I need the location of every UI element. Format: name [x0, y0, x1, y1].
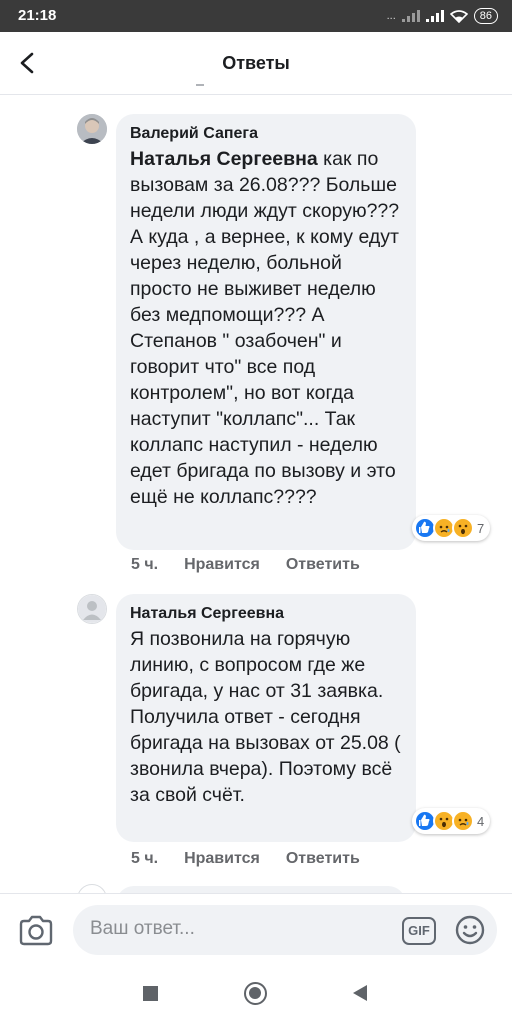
comment-body: как по вызовам за 26.08??? Больше недели… [130, 148, 400, 508]
wifi-icon [449, 9, 468, 23]
status-icons: ... 86 [387, 8, 498, 24]
comment-body: Я позвонила на горячую линию, с вопросом… [130, 628, 401, 806]
default-avatar-icon [78, 595, 106, 623]
status-time: 21:18 [18, 7, 57, 24]
battery-icon: 86 [473, 8, 498, 24]
smiley-icon [455, 915, 485, 945]
camera-button[interactable] [17, 914, 55, 948]
notification-dots-icon: ... [386, 10, 396, 22]
avatar[interactable] [77, 594, 107, 624]
avatar[interactable] [77, 114, 107, 144]
home-button[interactable] [244, 982, 267, 1005]
signal-icon [401, 10, 420, 22]
system-nav-bar [0, 964, 512, 1024]
reply-composer: Ваш ответ... GIF [0, 893, 512, 964]
status-bar: 21:18 ... 86 [0, 0, 512, 32]
mention-link[interactable]: Наталья Сергеевна [130, 148, 318, 170]
gif-button[interactable]: GIF [402, 917, 436, 945]
emoji-button[interactable] [454, 914, 486, 946]
reaction-count: 7 [477, 520, 485, 536]
comment-actions: 5 ч. Нравится Ответить [131, 556, 360, 574]
comment-text: Наталья Сергеевна как по вызовам за 26.0… [130, 146, 402, 510]
header: Ответы [0, 32, 512, 95]
sad-reaction-icon [452, 810, 474, 832]
signal-icon-2 [425, 10, 444, 22]
comment-author[interactable]: Наталья Сергеевна [130, 604, 402, 624]
page-title: Ответы [222, 53, 290, 73]
comment-author[interactable]: Валерий Сапега [130, 124, 402, 144]
like-button[interactable]: Нравится [184, 850, 260, 868]
comment-time[interactable]: 5 ч. [131, 850, 158, 868]
comment-actions: 5 ч. Нравится Ответить [131, 850, 360, 868]
like-button[interactable]: Нравится [184, 556, 260, 574]
user-photo-icon [77, 114, 107, 144]
comment-bubble[interactable]: Наталья Сергеевна Я позвонила на горячую… [116, 594, 416, 842]
reply-button[interactable]: Ответить [286, 850, 360, 868]
reactions-summary[interactable]: 7 [412, 515, 491, 541]
comment-text: Я позвонила на горячую линию, с вопросом… [130, 626, 402, 808]
camera-icon [19, 915, 53, 946]
system-back-button[interactable] [353, 985, 367, 1001]
comment-time[interactable]: 5 ч. [131, 556, 158, 574]
comment-bubble[interactable]: Валерий Сапега Наталья Сергеевна как по … [116, 114, 416, 550]
reactions-summary[interactable]: 4 [412, 808, 491, 834]
wow-reaction-icon [452, 517, 474, 539]
reply-placeholder: Ваш ответ... [90, 918, 195, 939]
scroll-hint [196, 84, 204, 88]
reply-button[interactable]: Ответить [286, 556, 360, 574]
recents-button[interactable] [143, 986, 158, 1001]
reaction-count: 4 [477, 813, 485, 829]
